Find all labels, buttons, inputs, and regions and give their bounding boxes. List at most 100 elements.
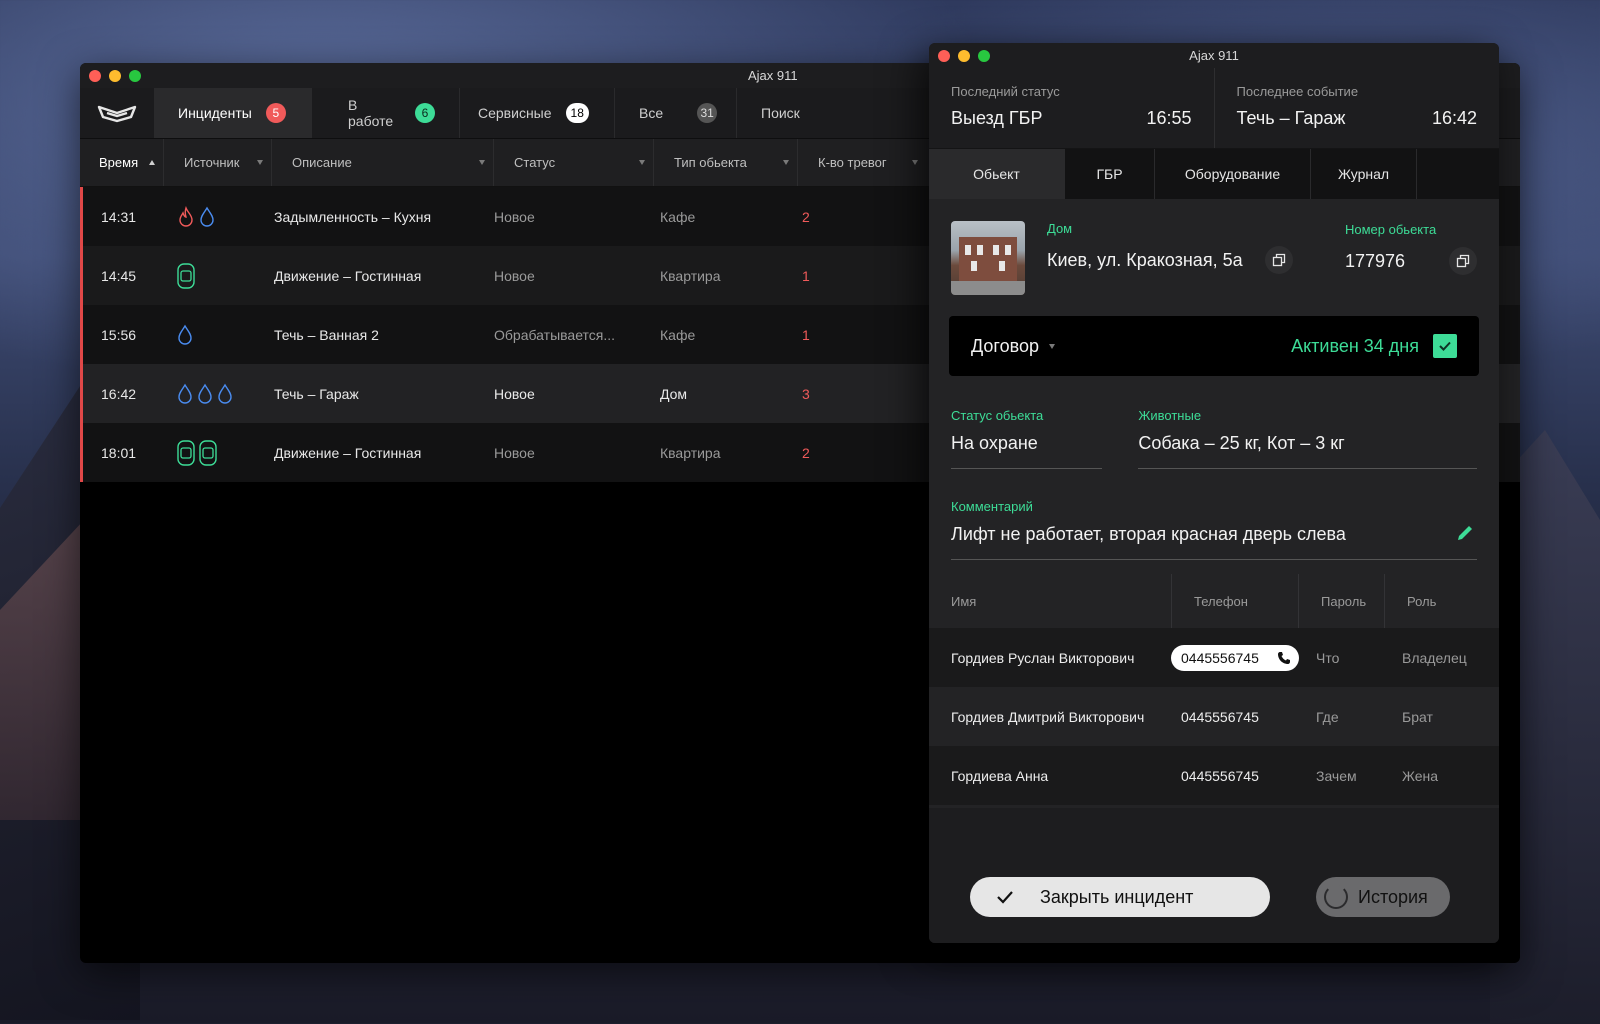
object-status-label: Статус обьекта	[951, 408, 1044, 423]
tab-label: Сервисные	[478, 105, 552, 121]
sort-icon	[639, 160, 645, 165]
column-source[interactable]: Источник	[164, 139, 272, 186]
column-label: Источник	[184, 155, 240, 170]
phone-icon	[1278, 651, 1290, 664]
history-loading-icon	[1324, 885, 1348, 909]
animals-field[interactable]: Животные Собака – 25 кг, Кот – 3 кг	[1138, 408, 1477, 469]
copy-number-button[interactable]	[1449, 247, 1477, 275]
row-sources	[162, 262, 274, 290]
tab-equipment[interactable]: Оборудование	[1155, 149, 1311, 199]
row-object-type: Дом	[660, 385, 688, 402]
water-drop-icon	[178, 383, 192, 404]
detail-footer: Закрыть инцидент История	[929, 808, 1499, 943]
copy-address-button[interactable]	[1264, 246, 1293, 274]
contact-name: Гордиев Руслан Викторович	[951, 649, 1135, 666]
contract-label: Договор	[971, 335, 1039, 356]
contract-active-checkbox[interactable]	[1433, 334, 1457, 358]
row-alarm-count: 3	[802, 385, 810, 402]
column-description[interactable]: Описание	[272, 139, 494, 186]
contract-dropdown[interactable]: Договор	[971, 336, 1055, 357]
tab-all[interactable]: Все 31	[615, 88, 737, 138]
row-object-type: Кафе	[660, 326, 696, 343]
last-event: Последнее событие Течь – Гараж 16:42	[1213, 68, 1500, 148]
row-sources	[162, 383, 274, 405]
row-alarm-count: 2	[802, 444, 810, 461]
object-status-field[interactable]: Статус обьекта На охране	[951, 408, 1103, 469]
tab-object[interactable]: Обьект	[929, 149, 1065, 199]
detail-titlebar: Ajax 911	[929, 43, 1499, 68]
object-photo[interactable]	[951, 221, 1025, 295]
contact-row[interactable]: Гордиева Анна 0445556745 Зачем Жена	[929, 746, 1499, 805]
contact-name: Гордиев Дмитрий Викторович	[951, 708, 1145, 725]
row-time: 18:01	[101, 444, 137, 461]
row-time: 14:45	[101, 267, 137, 284]
water-drop-icon	[198, 383, 212, 404]
water-drop-icon	[218, 383, 232, 404]
last-event-value: Течь – Гараж	[1236, 108, 1346, 128]
contact-role: Жена	[1402, 767, 1439, 784]
tab-log[interactable]: Журнал	[1311, 149, 1417, 199]
chevron-down-icon	[1048, 343, 1055, 349]
row-time: 15:56	[101, 326, 137, 343]
contact-row[interactable]: Гордиев Руслан Викторович 0445556745 Что…	[929, 628, 1499, 687]
contact-password: Где	[1316, 708, 1339, 725]
all-count-badge: 31	[697, 103, 718, 123]
row-status: Обрабатывается...	[494, 326, 616, 343]
check-icon	[997, 891, 1013, 904]
comment-label: Комментарий	[951, 499, 1033, 514]
column-object-type[interactable]: Тип обьекта	[654, 139, 798, 186]
row-time: 14:31	[101, 208, 137, 225]
row-object-type: Квартира	[660, 444, 721, 461]
call-phone-button[interactable]: 0445556745	[1171, 644, 1299, 671]
history-label: История	[1358, 886, 1428, 907]
tab-label: Все	[639, 105, 664, 121]
tab-service[interactable]: Сервисные 18	[460, 88, 615, 138]
column-status[interactable]: Статус	[494, 139, 654, 186]
detail-tabs: Обьект ГБР Оборудование Журнал	[929, 149, 1499, 199]
contacts-table: Имя Телефон Пароль Роль Гордиев Руслан В…	[929, 574, 1499, 805]
close-incident-button[interactable]: Закрыть инцидент	[970, 877, 1270, 917]
contact-row[interactable]: Гордиев Дмитрий Викторович 0445556745 Гд…	[929, 687, 1499, 746]
tab-response-team[interactable]: ГБР	[1065, 149, 1155, 199]
animals-value: Собака – 25 кг, Кот – 3 кг	[1138, 433, 1345, 453]
contact-role: Брат	[1402, 708, 1433, 725]
contract-bar: Договор Активен 34 дня	[949, 316, 1479, 376]
last-status: Последний статус Выезд ГБР 16:55	[929, 68, 1214, 148]
object-panel: Дом Киев, ул. Кракозная, 5а Номер обьект…	[929, 199, 1499, 808]
history-button[interactable]: История	[1316, 877, 1450, 917]
last-event-label: Последнее событие	[1236, 84, 1359, 99]
comment-value: Лифт не работает, вторая красная дверь с…	[951, 524, 1346, 544]
contact-role: Владелец	[1402, 649, 1467, 666]
status-summary: Последний статус Выезд ГБР 16:55 Последн…	[929, 68, 1499, 149]
object-address: Киев, ул. Кракозная, 5а	[1047, 249, 1243, 270]
tab-incidents[interactable]: Инциденты 5	[154, 88, 312, 138]
row-status: Новое	[494, 267, 535, 284]
row-object-type: Квартира	[660, 267, 721, 284]
copy-icon	[1456, 254, 1470, 268]
contact-phone[interactable]: 0445556745	[1171, 709, 1296, 725]
comment-field[interactable]: Комментарий Лифт не работает, вторая кра…	[951, 499, 1477, 560]
fire-icon	[179, 205, 193, 227]
tab-in-progress[interactable]: В работе 6	[312, 88, 460, 138]
row-alarm-count: 1	[802, 267, 810, 284]
column-label: К-во тревог	[818, 155, 887, 170]
row-status: Новое	[494, 444, 535, 461]
last-status-value: Выезд ГБР	[951, 108, 1043, 128]
contacts-col-role: Роль	[1384, 574, 1499, 628]
animals-label: Животные	[1138, 408, 1202, 423]
tab-label: В работе	[348, 97, 394, 129]
tab-search[interactable]: Поиск	[737, 88, 917, 138]
row-alarm-count: 2	[802, 208, 810, 225]
column-alarm-count[interactable]: К-во тревог	[798, 139, 926, 186]
close-incident-label: Закрыть инцидент	[1040, 886, 1194, 907]
contract-status: Активен 34 дня	[1291, 335, 1419, 356]
edit-pencil-icon[interactable]	[1455, 523, 1475, 543]
object-status-value: На охране	[951, 433, 1038, 453]
sort-icon	[479, 160, 485, 165]
ajax-logo-icon	[80, 88, 154, 138]
column-time[interactable]: Время	[80, 139, 164, 186]
service-count-badge: 18	[565, 103, 589, 123]
column-label: Тип обьекта	[674, 155, 747, 170]
row-description: Течь – Ванная 2	[274, 326, 379, 343]
contact-phone[interactable]: 0445556745	[1171, 768, 1296, 784]
